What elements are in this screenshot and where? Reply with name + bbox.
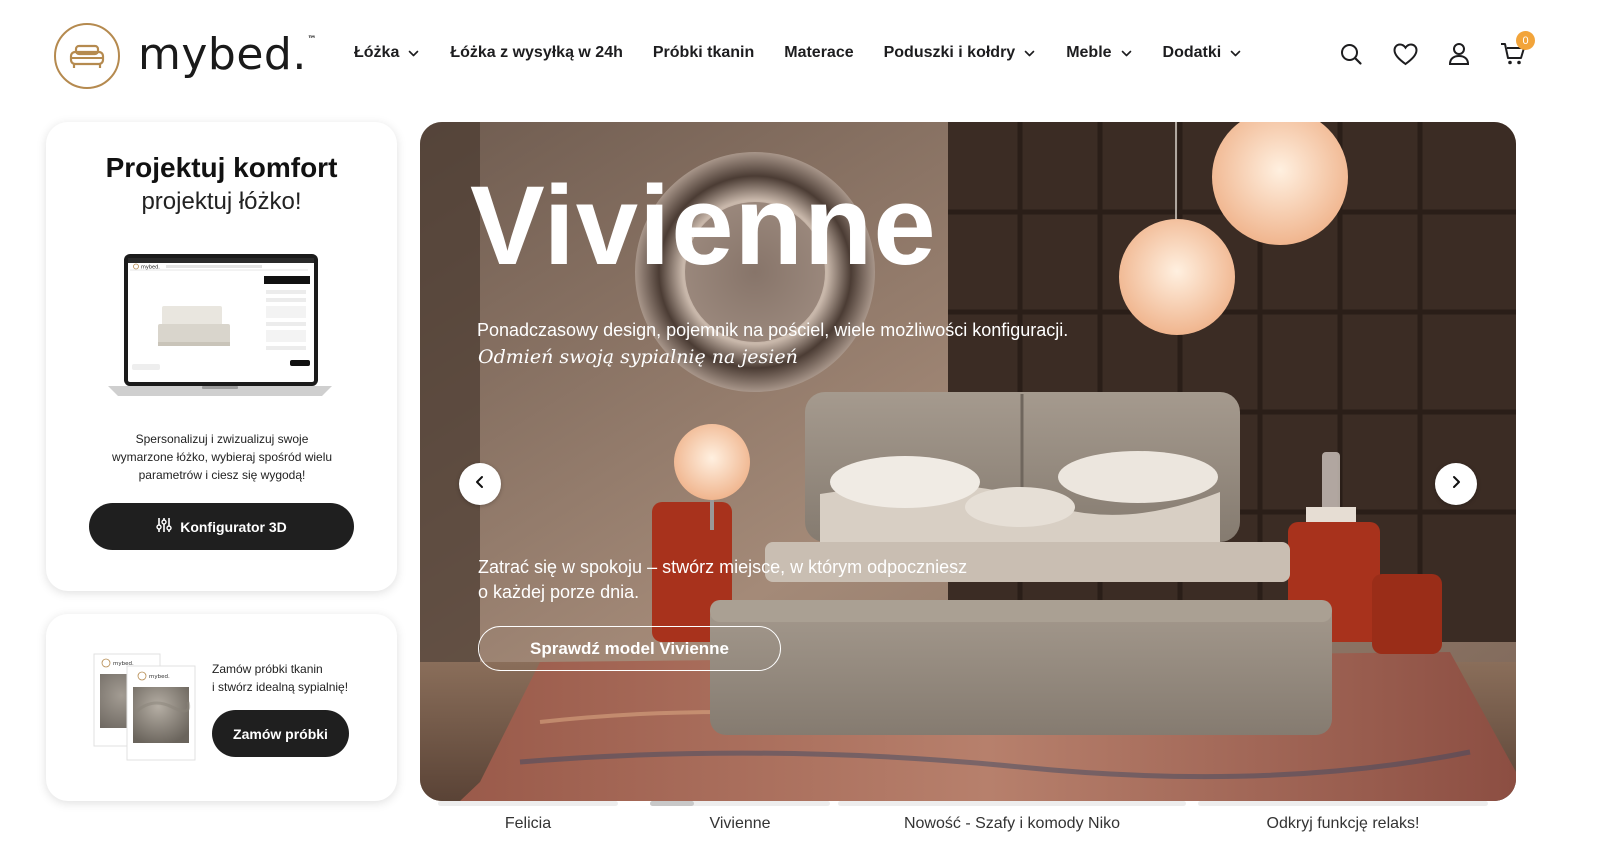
- configurator-button-label: Konfigurator 3D: [180, 518, 287, 535]
- chevron-down-icon: [1023, 47, 1036, 60]
- nav-item-6[interactable]: Meble: [1066, 44, 1132, 62]
- slider-tab-2[interactable]: Vivienne: [650, 801, 830, 841]
- slider-tab-progress-track: [438, 801, 618, 806]
- brand-name: mybed. ™: [138, 28, 317, 80]
- slider-tab-4[interactable]: Odkryj funkcję relaks!: [1198, 801, 1488, 841]
- slider-tab-progress-track: [1198, 801, 1488, 806]
- next-slide-button[interactable]: [1435, 463, 1477, 505]
- chevron-right-icon: [1449, 475, 1463, 494]
- brand-logo[interactable]: mybed. ™: [54, 21, 317, 91]
- nav-item-1[interactable]: Łóżka: [354, 44, 420, 62]
- search-icon[interactable]: [1337, 40, 1365, 68]
- configurator-description: Spersonalizuj i zwizualizuj swoje wymarz…: [111, 432, 333, 482]
- configurator-subtitle: projektuj łóżko!: [141, 188, 302, 215]
- nav-item-label: Meble: [1066, 44, 1112, 61]
- nav-item-label: Dodatki: [1162, 44, 1222, 61]
- hero-description-line-1: Zatrać się w spokoju – stwórz miejsce, w…: [478, 557, 968, 577]
- header-icons: 0: [1337, 31, 1535, 68]
- svg-text:mybed.: mybed.: [141, 265, 160, 271]
- nav-item-7[interactable]: Dodatki: [1163, 44, 1243, 62]
- hero-description-line-2: o każdej porze dnia.: [478, 582, 640, 602]
- chevron-down-icon: [1120, 47, 1133, 60]
- fabric-samples-image: mybed. mybed.: [92, 652, 202, 764]
- cart-count-badge: 0: [1516, 31, 1535, 50]
- previous-slide-button[interactable]: [459, 463, 501, 505]
- hero-slider: Vivienne Ponadczasowy design, pojemnik n…: [420, 122, 1516, 801]
- slider-tab-3[interactable]: Nowość - Szafy i komody Niko: [838, 801, 1186, 841]
- nav-item-4[interactable]: Materace: [784, 44, 853, 62]
- svg-text:mybed.: mybed.: [149, 674, 170, 680]
- bed-logo-icon: [54, 23, 120, 89]
- chevron-left-icon: [473, 475, 487, 494]
- check-model-button[interactable]: Sprawdź model Vivienne: [478, 626, 781, 671]
- chevron-down-icon: [1229, 47, 1242, 60]
- nav-item-label: Łóżka z wysyłką w 24h: [450, 44, 623, 61]
- order-samples-button[interactable]: Zamów próbki: [212, 710, 349, 757]
- slider-tabs: Felicia Vivienne Nowość - Szafy i komody N…: [438, 801, 1488, 841]
- configurator-title: Projektuj komfort: [105, 152, 338, 183]
- nav-item-label: Poduszki i kołdry: [883, 44, 1016, 61]
- nav-item-label: Materace: [784, 44, 854, 61]
- nav-item-2[interactable]: Łóżka z wysyłką w 24h: [450, 44, 623, 62]
- slider-tab-progress-track: [650, 801, 830, 806]
- main-nav: Łóżka Łóżka z wysyłką w 24h Próbki tkanin M…: [354, 44, 1272, 62]
- heart-icon[interactable]: [1391, 40, 1419, 68]
- chevron-down-icon: [407, 47, 420, 60]
- nav-item-5[interactable]: Poduszki i kołdry: [884, 44, 1037, 62]
- slider-tab-label: Vivienne: [709, 815, 771, 832]
- slider-tab-label: Odkryj funkcję relaks!: [1266, 815, 1420, 832]
- slider-tab-progress-fill: [650, 801, 694, 806]
- nav-item-label: Próbki tkanin: [652, 44, 755, 61]
- samples-line-1: Zamów próbki tkanin: [212, 662, 323, 676]
- laptop-image: mybed.: [108, 252, 332, 398]
- user-icon[interactable]: [1445, 40, 1473, 68]
- hero-description: Zatrać się w spokoju – stwórz miejsce, w…: [478, 555, 998, 605]
- hero-tagline: Odmień swoją sypialnię na jesień: [478, 346, 798, 368]
- samples-text: Zamów próbki tkanin i stwórz idealną syp…: [212, 660, 348, 696]
- fabric-samples-card: mybed. mybed. Zamów próbki tkanin i stwó…: [46, 614, 397, 801]
- slider-tab-1[interactable]: Felicia: [438, 801, 618, 841]
- configurator-3d-button[interactable]: Konfigurator 3D: [89, 503, 354, 550]
- hero-title: Vivienne: [470, 163, 937, 288]
- nav-item-3[interactable]: Próbki tkanin: [653, 44, 754, 62]
- sliders-icon: [156, 517, 172, 536]
- slider-tab-label: Felicia: [504, 815, 552, 832]
- samples-line-2: i stwórz idealną sypialnię!: [212, 680, 349, 694]
- slider-tab-progress-track: [838, 801, 1186, 806]
- nav-item-label: Łóżka: [354, 44, 400, 61]
- cart-icon[interactable]: 0: [1499, 31, 1535, 68]
- hero-subtitle: Ponadczasowy design, pojemnik na pościel…: [477, 320, 1069, 340]
- configurator-card: Projektuj komfort projektuj łóżko! mybed…: [46, 122, 397, 591]
- trademark: ™: [307, 34, 317, 45]
- slider-tab-label: Nowość - Szafy i komody Niko: [903, 815, 1121, 832]
